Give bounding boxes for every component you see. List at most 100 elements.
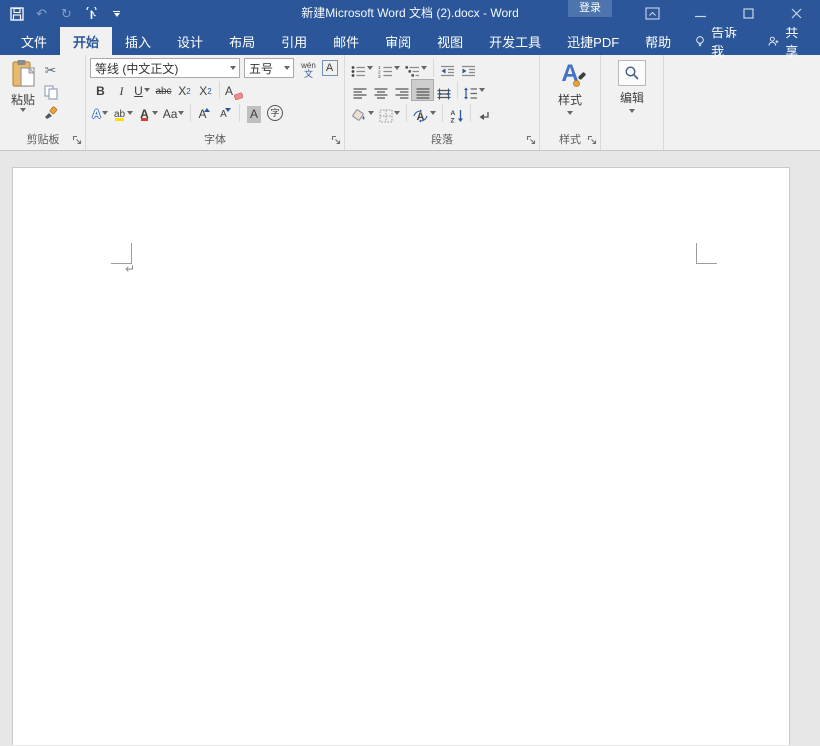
sort-letter-a: A [450, 110, 455, 117]
redo-button[interactable]: ↻ [54, 1, 79, 26]
strikethrough-button[interactable]: abc [153, 80, 174, 100]
paste-button[interactable]: 粘贴 [4, 57, 40, 112]
paragraph-group: 123 [345, 55, 540, 150]
bullets-button[interactable] [349, 58, 376, 78]
share-button[interactable]: 共享 [752, 27, 820, 55]
ribbon-tab-home[interactable]: 开始 [60, 27, 112, 55]
superscript-button[interactable]: X2 [195, 80, 216, 100]
decrease-indent-icon [440, 65, 455, 78]
grow-font-button[interactable]: A [194, 103, 215, 123]
italic-button[interactable]: I [111, 80, 132, 100]
format-painter-button[interactable] [40, 100, 61, 121]
increase-indent-icon [461, 65, 476, 78]
character-border-button[interactable]: A [319, 58, 340, 78]
ribbon-tab-design[interactable]: 设计 [164, 27, 216, 55]
document-page[interactable]: ↵ [12, 167, 790, 745]
cut-button[interactable]: ✂ [40, 58, 61, 79]
margin-corner-mark-top-right [696, 243, 717, 264]
tab-label: 插入 [125, 32, 151, 51]
styles-button[interactable]: A 样式 [543, 57, 597, 115]
font-name-combobox[interactable]: 等线 (中文正文) [90, 58, 240, 78]
eraser-icon [234, 92, 243, 100]
ribbon-tab-references[interactable]: 引用 [268, 27, 320, 55]
ribbon-tab-developer[interactable]: 开发工具 [476, 27, 554, 55]
font-group-label: 字体 [89, 133, 341, 150]
text-effects-button[interactable]: A [90, 103, 111, 123]
ribbon: 粘贴 ✂ [0, 55, 820, 151]
font-color-caret-icon [152, 111, 158, 115]
ribbon-tab-mailings[interactable]: 邮件 [320, 27, 372, 55]
phonetic-guide-icon: wén 文 [301, 62, 316, 78]
ribbon-tab-bar: 文件 开始 插入 设计 布局 引用 邮件 审阅 视图 开发 [0, 27, 820, 55]
customize-quick-access-button[interactable] [104, 1, 129, 26]
font-size-combobox[interactable]: 五号 [244, 58, 294, 78]
tell-me-button[interactable]: 告诉我 [684, 27, 752, 55]
font-color-button[interactable]: A [136, 103, 161, 123]
styles-dialog-launcher[interactable] [587, 135, 597, 145]
increase-indent-button[interactable] [458, 58, 479, 78]
save-button[interactable] [4, 1, 29, 26]
lightbulb-icon [695, 34, 705, 49]
ribbon-tab-help[interactable]: 帮助 [632, 27, 684, 55]
asian-layout-caret-icon [430, 111, 436, 115]
copy-button[interactable] [40, 79, 61, 100]
numbering-button[interactable]: 123 [376, 58, 403, 78]
customize-caret-icon [113, 11, 121, 17]
line-spacing-icon [463, 87, 478, 100]
change-case-button[interactable]: Aa [161, 103, 188, 123]
text-highlight-button[interactable]: ab [111, 103, 136, 123]
maximize-button[interactable] [724, 0, 772, 27]
paragraph-dialog-launcher[interactable] [526, 135, 536, 145]
ribbon-tab-layout[interactable]: 布局 [216, 27, 268, 55]
align-left-button[interactable] [349, 80, 370, 100]
phonetic-guide-button[interactable]: wén 文 [298, 58, 319, 78]
underline-button[interactable]: U [132, 80, 153, 100]
align-right-button[interactable] [391, 80, 412, 100]
ribbon-tab-review[interactable]: 审阅 [372, 27, 424, 55]
multilevel-list-button[interactable] [403, 58, 430, 78]
sign-in-button[interactable]: 登录 [568, 0, 612, 17]
subscript-button[interactable]: X2 [174, 80, 195, 100]
touch-mouse-mode-button[interactable] [79, 1, 104, 26]
sort-button[interactable]: A Z [446, 103, 467, 123]
tab-label: 迅捷PDF [567, 32, 619, 51]
decrease-indent-button[interactable] [437, 58, 458, 78]
editing-button[interactable]: 编辑 [604, 57, 660, 113]
title-bar: ↶ ↻ 新建Microsoft Word 文档 (2).docx - Word … [0, 0, 820, 27]
show-hide-marks-button[interactable] [474, 103, 495, 123]
bold-button[interactable]: B [90, 80, 111, 100]
ribbon-tab-insert[interactable]: 插入 [112, 27, 164, 55]
clipboard-group-label: 剪贴板 [4, 133, 82, 150]
font-dialog-launcher[interactable] [331, 135, 341, 145]
styles-button-label: 样式 [558, 91, 582, 108]
borders-button[interactable] [377, 103, 403, 123]
align-center-button[interactable] [370, 80, 391, 100]
editing-group-label [604, 133, 660, 150]
styles-brush-icon [571, 71, 589, 89]
distribute-button[interactable] [433, 80, 454, 100]
clear-formatting-button[interactable]: A [223, 80, 245, 100]
font-group: 等线 (中文正文) 五号 wén 文 A B I U [86, 55, 345, 150]
ribbon-empty-space [664, 55, 820, 150]
titlebar-right: 登录 [568, 0, 820, 27]
redo-icon: ↻ [61, 6, 72, 22]
ribbon-tab-view[interactable]: 视图 [424, 27, 476, 55]
shading-button[interactable] [349, 103, 377, 123]
close-button[interactable] [772, 0, 820, 27]
undo-button[interactable]: ↶ [29, 1, 54, 26]
shrink-font-button[interactable]: A [215, 103, 236, 123]
clipboard-dialog-launcher[interactable] [72, 135, 82, 145]
asian-layout-button[interactable]: A [410, 103, 439, 123]
enclose-characters-button[interactable]: 字 [264, 103, 285, 123]
ribbon-display-options-button[interactable] [628, 0, 676, 27]
paragraph-group-label: 段落 [348, 133, 536, 150]
document-area: ↵ [0, 151, 820, 745]
ribbon-tab-file[interactable]: 文件 [8, 27, 60, 55]
ribbon-tab-xunjie-pdf[interactable]: 迅捷PDF [554, 27, 632, 55]
justify-button[interactable] [412, 80, 433, 100]
editing-group: 编辑 [601, 55, 664, 150]
line-spacing-button[interactable] [461, 80, 488, 100]
tab-label: 设计 [177, 32, 203, 51]
minimize-button[interactable] [676, 0, 724, 27]
character-shading-button[interactable]: A [243, 103, 264, 123]
